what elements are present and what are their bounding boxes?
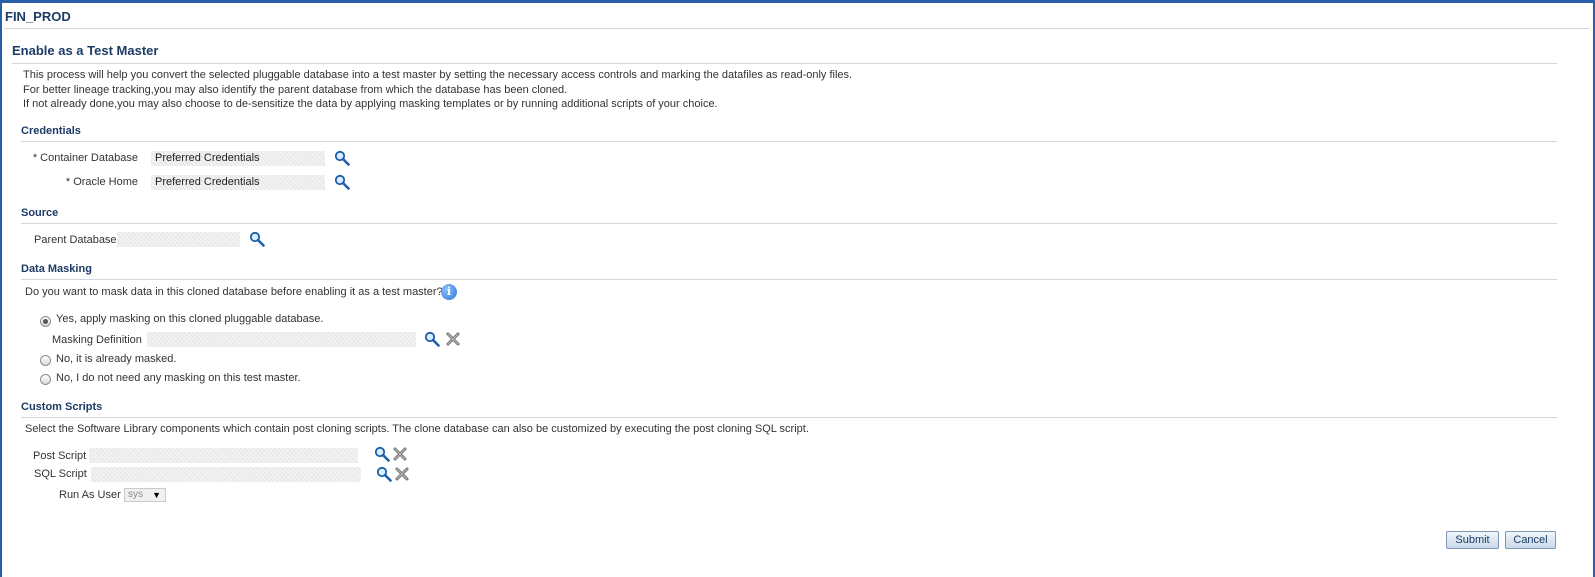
data-masking-heading: Data Masking [21, 263, 92, 275]
masking-none-radio[interactable] [40, 374, 51, 385]
intro-line-2: For better lineage tracking,you may also… [23, 84, 568, 96]
source-divider [21, 223, 1557, 224]
data-masking-divider [21, 279, 1557, 280]
parent-database-label: Parent Database [34, 234, 117, 246]
run-as-user-label: Run As User [59, 489, 121, 501]
source-heading: Source [21, 207, 59, 219]
credentials-heading: Credentials [21, 125, 81, 137]
masking-yes-label: Yes, apply masking on this cloned plugga… [56, 313, 324, 325]
sql-script-label: SQL Script [34, 468, 87, 480]
parent-database-field[interactable] [117, 232, 240, 247]
intro-line-3: If not already done,you may also choose … [23, 98, 718, 110]
masking-already-radio[interactable] [40, 355, 51, 366]
page-title: FIN_PROD [5, 9, 71, 24]
search-icon[interactable] [374, 446, 390, 462]
custom-scripts-divider [21, 417, 1557, 418]
clear-icon[interactable] [394, 466, 410, 482]
search-icon[interactable] [249, 231, 265, 247]
search-icon[interactable] [424, 331, 440, 347]
cancel-button[interactable]: Cancel [1505, 531, 1556, 549]
run-as-user-select[interactable]: sys ▼ [124, 488, 166, 502]
clear-icon[interactable] [392, 446, 408, 462]
credentials-divider [21, 141, 1557, 142]
clear-icon[interactable] [445, 331, 461, 347]
masking-yes-radio[interactable] [40, 316, 51, 327]
search-icon[interactable] [334, 174, 350, 190]
section-heading: Enable as a Test Master [12, 43, 159, 58]
oracle-home-label: * Oracle Home [65, 176, 138, 188]
submit-button[interactable]: Submit [1446, 531, 1499, 549]
container-database-field[interactable]: Preferred Credentials [151, 151, 325, 166]
masking-question: Do you want to mask data in this cloned … [25, 286, 443, 298]
custom-scripts-heading: Custom Scripts [21, 401, 103, 413]
run-as-user-value: sys [128, 489, 143, 500]
post-script-field[interactable] [89, 448, 358, 463]
scripts-description: Select the Software Library components w… [25, 423, 809, 435]
masking-already-label: No, it is already masked. [56, 353, 177, 365]
sql-script-field[interactable] [91, 467, 361, 482]
masking-none-label: No, I do not need any masking on this te… [56, 372, 301, 384]
intro-line-1: This process will help you convert the s… [23, 69, 853, 81]
masking-definition-label: Masking Definition [52, 334, 142, 346]
container-database-label: * Container Database [32, 152, 138, 164]
section-divider [12, 63, 1557, 64]
post-script-label: Post Script [33, 450, 87, 462]
oracle-home-field[interactable]: Preferred Credentials [151, 175, 325, 190]
chevron-down-icon: ▼ [152, 490, 161, 500]
search-icon[interactable] [334, 150, 350, 166]
title-divider [4, 28, 1589, 29]
masking-definition-field[interactable] [147, 332, 416, 347]
info-icon[interactable]: i [441, 284, 457, 300]
search-icon[interactable] [376, 466, 392, 482]
